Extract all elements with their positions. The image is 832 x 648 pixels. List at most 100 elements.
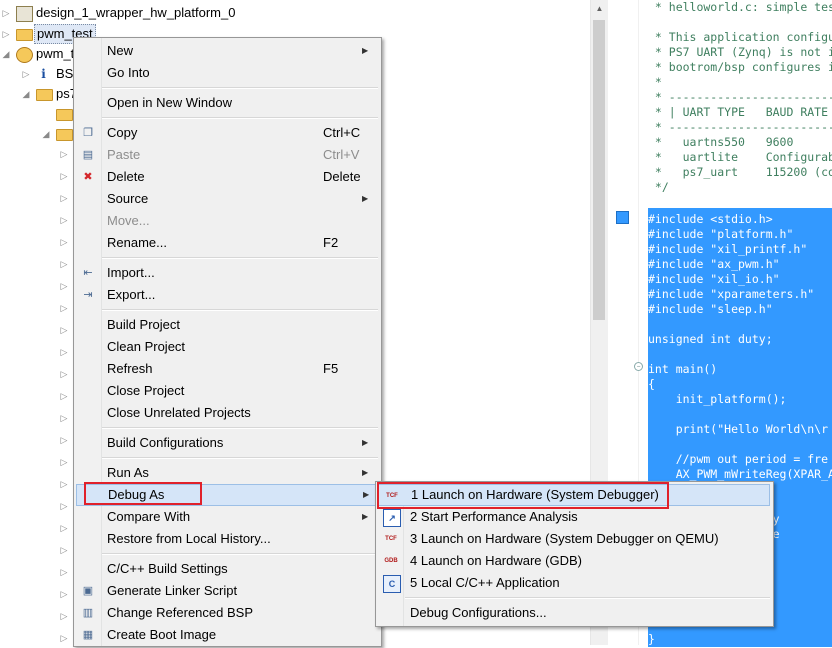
menu-item-new[interactable]: New ▶ [76, 40, 378, 62]
tcf-debug-icon: TCF [385, 536, 397, 542]
menu-item-open-in-new-window[interactable]: Open in New Window [76, 92, 378, 114]
expand-arrow-icon[interactable]: ▷ [60, 254, 68, 274]
menu-item-change-referenced-bsp[interactable]: ▥ Change Referenced BSP [76, 602, 378, 624]
menu-item-label: Build Configurations [107, 435, 224, 450]
bsp-icon: ▥ [82, 607, 94, 619]
menu-item-paste[interactable]: ▤ Paste Ctrl+V [76, 144, 378, 166]
menu-item-label: Export... [107, 287, 156, 302]
menu-item-build-project[interactable]: Build Project [76, 314, 378, 336]
expand-arrow-icon[interactable]: ▷ [60, 232, 68, 252]
menu-item-label: C/C++ Build Settings [107, 561, 228, 576]
copy-icon: ❐ [83, 127, 93, 139]
expand-arrow-icon[interactable]: ▷ [60, 144, 68, 164]
submenu-item-5-local-c-c-application[interactable]: C 5 Local C/C++ Application [378, 572, 770, 594]
menu-item-import[interactable]: ⇤ Import... [76, 262, 378, 284]
menu-item-refresh[interactable]: Refresh F5 [76, 358, 378, 380]
menu-item-shortcut: Ctrl+V [323, 147, 360, 162]
menu-item-shortcut: F2 [323, 235, 339, 250]
boot-image-icon: ▦ [82, 629, 94, 641]
code-line: #include "ax_pwm.h" [648, 257, 832, 272]
expand-arrow-icon[interactable]: ▷ [2, 24, 10, 44]
code-line: #include "xparameters.h" [648, 287, 832, 302]
menu-item-c-c-build-settings[interactable]: C/C++ Build Settings [76, 558, 378, 580]
menu-separator [102, 117, 378, 119]
menu-item-move[interactable]: Move... [76, 210, 378, 232]
project-icon [16, 47, 33, 63]
code-line: //pwm out period = fre [648, 452, 832, 467]
menu-separator [102, 457, 378, 459]
menu-item-label: Move... [107, 213, 150, 228]
menu-item-label: Go Into [107, 65, 150, 80]
expand-arrow-icon[interactable]: ▷ [60, 298, 68, 318]
menu-item-generate-linker-script[interactable]: ▣ Generate Linker Script [76, 580, 378, 602]
menu-item-label: Compare With [107, 509, 191, 524]
menu-item-delete[interactable]: ✖ Delete Delete [76, 166, 378, 188]
menu-item-clean-project[interactable]: Clean Project [76, 336, 378, 358]
scrollbar-thumb[interactable] [593, 20, 605, 320]
expand-arrow-icon[interactable]: ▷ [60, 474, 68, 494]
expand-arrow-icon[interactable]: ▷ [60, 496, 68, 516]
delete-icon: ✖ [83, 171, 93, 183]
expand-arrow-icon[interactable]: ▷ [60, 276, 68, 296]
submenu-item-4-launch-on-hardware-gdb[interactable]: GDB 4 Launch on Hardware (GDB) [378, 550, 770, 572]
fold-toggle-icon[interactable]: − [634, 362, 643, 371]
submenu-item-label: Debug Configurations... [410, 605, 547, 620]
code-comment-line: * This application configu [648, 30, 832, 44]
expand-arrow-icon[interactable]: ▷ [60, 584, 68, 604]
expand-arrow-icon[interactable]: ▷ [60, 540, 68, 560]
menu-item-go-into[interactable]: Go Into [76, 62, 378, 84]
menu-item-label: Import... [107, 265, 155, 280]
submenu-item-2-start-performance-analysis[interactable]: ↗ 2 Start Performance Analysis [378, 506, 770, 528]
expand-arrow-icon[interactable]: ▷ [60, 562, 68, 582]
code-line: #include "xil_printf.h" [648, 242, 832, 257]
menu-item-export[interactable]: ⇥ Export... [76, 284, 378, 306]
scroll-up-arrow-icon[interactable]: ▲ [591, 0, 608, 17]
menu-item-run-as[interactable]: Run As ▶ [76, 462, 378, 484]
menu-item-source[interactable]: Source ▶ [76, 188, 378, 210]
menu-item-copy[interactable]: ❐ Copy Ctrl+C [76, 122, 378, 144]
expand-arrow-icon[interactable]: ▷ [60, 166, 68, 186]
menu-item-close-project[interactable]: Close Project [76, 380, 378, 402]
expand-arrow-icon[interactable]: ▷ [60, 606, 68, 626]
menu-item-label: Paste [107, 147, 141, 162]
submenu-arrow-icon: ▶ [362, 512, 369, 521]
menu-separator [102, 553, 378, 555]
code-line: print("Hello World\n\r [648, 422, 832, 437]
expand-arrow-icon[interactable]: ▷ [60, 452, 68, 472]
code-line: init_platform(); [648, 392, 832, 407]
expand-arrow-icon[interactable]: ▷ [60, 628, 68, 648]
menu-item-label: Restore from Local History... [107, 531, 271, 546]
submenu-arrow-icon: ▶ [362, 194, 369, 203]
menu-item-build-configurations[interactable]: Build Configurations ▶ [76, 432, 378, 454]
expand-arrow-icon[interactable]: ▷ [2, 3, 10, 23]
submenu-item-debug-configurations[interactable]: Debug Configurations... [378, 602, 770, 624]
menu-item-close-unrelated-projects[interactable]: Close Unrelated Projects [76, 402, 378, 424]
expand-arrow-icon[interactable]: ▷ [60, 408, 68, 428]
expand-arrow-icon[interactable]: ▷ [60, 430, 68, 450]
code-line: { [648, 377, 832, 392]
expand-arrow-icon[interactable]: ▷ [60, 188, 68, 208]
code-comment-line: * bootrom/bsp configures i [648, 60, 832, 74]
menu-item-create-boot-image[interactable]: ▦ Create Boot Image [76, 624, 378, 646]
code-comment-line: * -------------------------- [648, 120, 832, 134]
expand-arrow-icon[interactable]: ▷ [22, 64, 30, 84]
code-line: #include "xil_io.h" [648, 272, 832, 287]
paste-icon: ▤ [82, 149, 94, 161]
open-folder-icon [16, 29, 33, 41]
collapse-arrow-icon[interactable]: ◢ [42, 124, 50, 144]
menu-item-compare-with[interactable]: Compare With ▶ [76, 506, 378, 528]
expand-arrow-icon[interactable]: ▷ [60, 210, 68, 230]
expand-arrow-icon[interactable]: ▷ [60, 386, 68, 406]
expand-arrow-icon[interactable]: ▷ [60, 342, 68, 362]
submenu-item-3-launch-on-hardware-system-debugger-on-qemu[interactable]: TCF 3 Launch on Hardware (System Debugger… [378, 528, 770, 550]
expand-arrow-icon[interactable]: ▷ [60, 518, 68, 538]
menu-item-rename[interactable]: Rename... F2 [76, 232, 378, 254]
tree-item-hw-platform[interactable]: ▷ design_1_wrapper_hw_platform_0 [0, 3, 590, 23]
submenu-item-label: 5 Local C/C++ Application [410, 575, 560, 590]
submenu-arrow-icon: ▶ [363, 490, 370, 499]
collapse-arrow-icon[interactable]: ◢ [2, 44, 10, 64]
expand-arrow-icon[interactable]: ▷ [60, 364, 68, 384]
collapse-arrow-icon[interactable]: ◢ [22, 84, 30, 104]
expand-arrow-icon[interactable]: ▷ [60, 320, 68, 340]
menu-item-restore-from-local-history[interactable]: Restore from Local History... [76, 528, 378, 550]
